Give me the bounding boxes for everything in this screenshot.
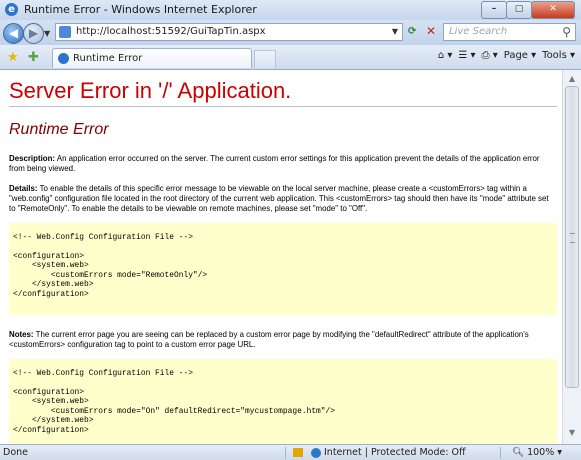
back-arrow-icon: ◀ xyxy=(8,26,19,40)
add-favorites-icon[interactable]: ✚ xyxy=(28,50,39,65)
maximize-button[interactable]: ▢ xyxy=(506,1,532,19)
tools-menu-label: Tools xyxy=(542,50,567,61)
page-menu-label: Page xyxy=(503,50,528,61)
notes-label: Notes: xyxy=(9,330,34,339)
tools-menu[interactable]: Tools ▾ xyxy=(542,50,575,61)
ie-logo-icon: e xyxy=(5,3,18,16)
page-icon xyxy=(59,26,71,38)
url-field[interactable]: http://localhost:51592/GuiTapTin.aspx ▼ xyxy=(55,23,403,41)
home-icon[interactable]: ⌂ ▾ xyxy=(438,50,453,61)
tab-ie-icon xyxy=(58,53,69,64)
browser-window: e Runtime Error - Windows Internet Explo… xyxy=(0,0,581,460)
forward-button[interactable]: ▶ xyxy=(23,23,44,44)
page-menu[interactable]: Page ▾ xyxy=(504,50,536,61)
zoom-level[interactable]: 🔍︎ 100% ▾ xyxy=(512,447,562,458)
security-icon[interactable] xyxy=(293,448,303,457)
security-zone[interactable]: Internet | Protected Mode: Off xyxy=(311,447,466,458)
url-dropdown-icon[interactable]: ▼ xyxy=(392,27,398,36)
url-text[interactable]: http://localhost:51592/GuiTapTin.aspx xyxy=(76,26,266,37)
page-content: Server Error in '/' Application. Runtime… xyxy=(0,70,562,444)
minimize-button[interactable]: – xyxy=(481,1,507,19)
print-icon[interactable]: ⎙ ▾ xyxy=(482,50,498,61)
address-bar: ◀ ▶ ▼ http://localhost:51592/GuiTapTin.a… xyxy=(0,20,581,45)
config-code-block-1: <!-- Web.Config Configuration File --> <… xyxy=(9,223,557,315)
description-text: An application error occurred on the ser… xyxy=(9,154,540,173)
back-button[interactable]: ◀ xyxy=(3,23,24,44)
zone-text: Internet | Protected Mode: Off xyxy=(324,447,466,458)
scroll-grip-icon xyxy=(570,233,575,243)
notes-text: The current error page you are seeing ca… xyxy=(9,330,529,349)
status-bar: Done Internet | Protected Mode: Off 🔍︎ 1… xyxy=(0,444,581,460)
scroll-up-icon[interactable]: ▲ xyxy=(566,74,578,86)
status-text: Done xyxy=(3,447,28,458)
tab-label: Runtime Error xyxy=(73,53,143,64)
history-dropdown-icon[interactable]: ▼ xyxy=(44,29,50,38)
error-subtitle: Runtime Error xyxy=(9,121,109,138)
vertical-scrollbar[interactable]: ▲ ▼ xyxy=(562,70,581,444)
search-field[interactable]: Live Search ⚲ xyxy=(443,23,576,41)
details-text: To enable the details of this specific e… xyxy=(9,184,549,213)
page-title: Server Error in '/' Application. xyxy=(9,78,292,103)
close-button[interactable]: ✕ xyxy=(531,1,575,19)
stop-icon[interactable]: ✕ xyxy=(426,24,436,38)
scroll-down-icon[interactable]: ▼ xyxy=(566,428,578,440)
details-label: Details: xyxy=(9,184,38,193)
details-paragraph: Details: To enable the details of this s… xyxy=(9,184,557,214)
refresh-icon[interactable]: ⟳ xyxy=(408,26,416,37)
search-placeholder[interactable]: Live Search xyxy=(449,26,507,37)
zoom-text: 100% xyxy=(527,447,555,458)
config-code-block-2: <!-- Web.Config Configuration File --> <… xyxy=(9,359,557,444)
title-bar: e Runtime Error - Windows Internet Explo… xyxy=(0,0,581,20)
description-label: Description: xyxy=(9,154,56,163)
search-icon[interactable]: ⚲ xyxy=(562,25,571,39)
status-separator xyxy=(500,447,501,459)
command-buttons: ⌂ ▾ ☰ ▾ ⎙ ▾ Page ▾ Tools ▾ xyxy=(432,50,575,61)
notes-paragraph: Notes: The current error page you are se… xyxy=(9,330,557,350)
zoom-icon: 🔍︎ xyxy=(512,447,525,458)
title-divider xyxy=(9,106,557,107)
forward-arrow-icon: ▶ xyxy=(28,26,39,40)
command-bar: ★ ✚ Runtime Error ⌂ ▾ ☰ ▾ ⎙ ▾ Page ▾ Too… xyxy=(0,45,581,70)
favorites-star-icon[interactable]: ★ xyxy=(7,50,19,65)
globe-icon xyxy=(311,447,321,458)
new-tab-button[interactable] xyxy=(254,50,276,68)
scroll-thumb[interactable] xyxy=(565,86,579,388)
tab-runtime-error[interactable]: Runtime Error xyxy=(52,48,252,68)
description-paragraph: Description: An application error occurr… xyxy=(9,154,557,174)
status-separator xyxy=(285,447,286,459)
window-controls: – ▢ ✕ xyxy=(481,1,575,19)
window-title: Runtime Error - Windows Internet Explore… xyxy=(24,3,257,16)
feeds-icon[interactable]: ☰ ▾ xyxy=(458,50,475,61)
